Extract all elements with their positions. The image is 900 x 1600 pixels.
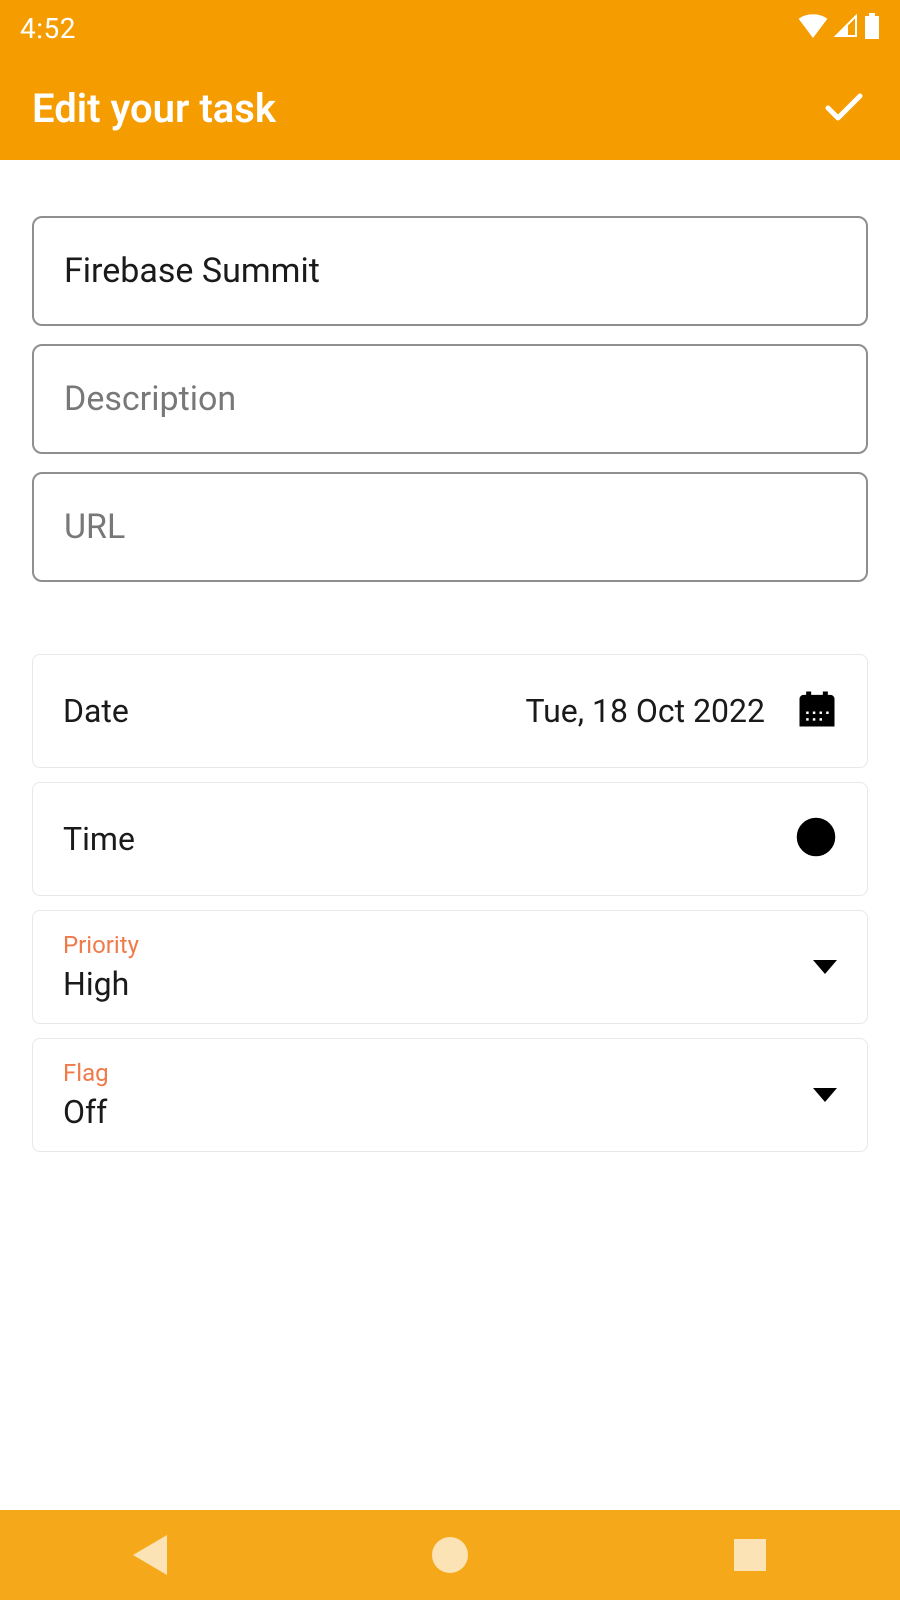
app-bar: Edit your task (0, 56, 900, 160)
battery-icon (864, 13, 880, 43)
home-circle-icon (432, 1537, 468, 1573)
task-description-field-wrapper (32, 344, 868, 454)
task-title-field-wrapper (32, 216, 868, 326)
status-icons (798, 13, 880, 43)
date-row[interactable]: Date Tue, 18 Oct 2022 (32, 654, 868, 768)
page-title: Edit your task (32, 85, 276, 132)
wifi-icon (798, 14, 828, 42)
priority-value: High (63, 965, 139, 1003)
status-time: 4:52 (20, 12, 76, 45)
clock-icon (795, 816, 837, 862)
nav-home-button[interactable] (428, 1533, 472, 1577)
screen: 4:52 Edit your task (0, 0, 900, 1600)
time-row[interactable]: Time (32, 782, 868, 896)
priority-label: Priority (63, 931, 139, 959)
nav-recents-button[interactable] (728, 1533, 772, 1577)
flag-select[interactable]: Flag Off (32, 1038, 868, 1152)
cell-signal-icon (834, 14, 858, 42)
status-bar: 4:52 (0, 0, 900, 56)
content: Date Tue, 18 Oct 2022 Time Priority (0, 160, 900, 1510)
date-label: Date (63, 692, 129, 730)
task-description-input[interactable] (64, 346, 836, 452)
recents-square-icon (734, 1539, 766, 1571)
flag-label: Flag (63, 1059, 109, 1087)
calendar-icon (797, 689, 837, 733)
task-url-input[interactable] (64, 474, 836, 580)
time-label: Time (63, 820, 135, 858)
task-title-input[interactable] (64, 218, 836, 324)
flag-value: Off (63, 1093, 109, 1131)
priority-select[interactable]: Priority High (32, 910, 868, 1024)
date-value: Tue, 18 Oct 2022 (526, 692, 765, 730)
system-nav-bar (0, 1510, 900, 1600)
chevron-down-icon (813, 1088, 837, 1102)
nav-back-button[interactable] (128, 1533, 172, 1577)
task-url-field-wrapper (32, 472, 868, 582)
chevron-down-icon (813, 960, 837, 974)
confirm-button[interactable] (820, 82, 868, 134)
back-triangle-icon (133, 1535, 167, 1575)
check-icon (820, 115, 868, 134)
